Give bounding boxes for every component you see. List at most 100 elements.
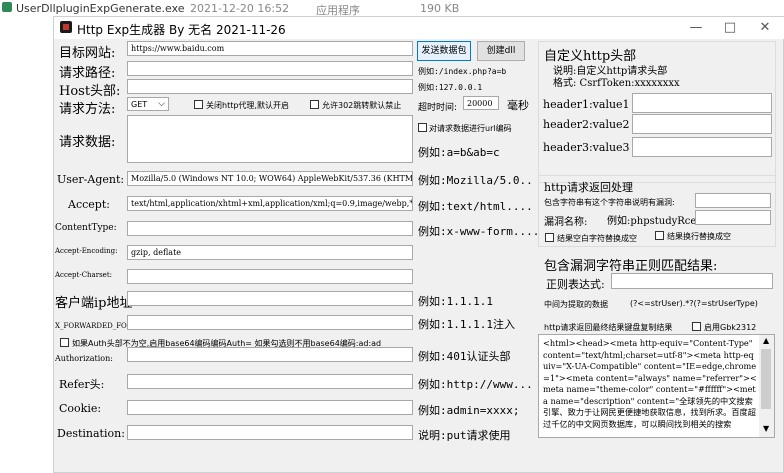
scroll-thumb[interactable] <box>761 349 771 409</box>
main-window: Http Exp生成器 By 无名 2021-11-26 — □ ✕ 目标网站:… <box>53 16 784 473</box>
referer-label: Refer头: <box>59 378 105 391</box>
data-example: 例如:a=b&ab=c <box>418 146 500 159</box>
vuln-name-example: 例如:phpstudyRce <box>607 216 697 227</box>
header1-input[interactable] <box>632 93 772 113</box>
redirect-checkbox-label: 允许302跳转默认禁止 <box>322 101 402 110</box>
accept-label: Accept: <box>68 198 110 211</box>
regex-label: 正则表达式: <box>546 278 605 291</box>
data-label: 请求数据: <box>59 135 116 150</box>
newline-replace-checkbox[interactable] <box>655 231 664 240</box>
data-textarea[interactable] <box>127 115 413 163</box>
regex-title: 包含漏洞字符串正则匹配结果: <box>544 259 718 274</box>
file-size: 190 KB <box>420 2 460 15</box>
ua-label: User-Agent: <box>57 173 125 186</box>
vuln-name-label: 漏洞名称: <box>544 217 588 228</box>
content-type-label: ContentType: <box>55 223 117 233</box>
send-packet-button[interactable]: 发送数据包 <box>417 41 471 61</box>
path-label: 请求路径: <box>59 66 116 81</box>
header2-input[interactable] <box>632 114 772 134</box>
title-bar: Http Exp生成器 By 无名 2021-11-26 — □ ✕ <box>54 17 784 39</box>
header2-label: header2:value2 <box>543 118 630 131</box>
client-ip-label: 客户端ip地址 <box>55 296 133 311</box>
custom-header-format: 格式: CsrfToken:xxxxxxxx <box>553 78 680 89</box>
app-icon <box>60 21 72 33</box>
ua-example: 例如:Mozilla/5.0.. <box>418 174 533 187</box>
target-label: 目标网站: <box>59 46 116 61</box>
scroll-down-icon[interactable]: ▼ <box>763 424 769 433</box>
gbk-checkbox[interactable] <box>692 322 701 331</box>
regex-example: (?<=strUser).*?(?=strUserType) <box>630 299 758 308</box>
response-scrollbar[interactable]: ▲ ▼ <box>759 335 774 437</box>
timeout-label: 超时时间: <box>418 103 458 113</box>
method-label: 请求方法: <box>59 102 116 117</box>
header3-input[interactable] <box>632 137 772 157</box>
scroll-up-icon[interactable]: ▲ <box>763 336 769 345</box>
response-title: http请求返回处理 <box>544 181 633 194</box>
empty-replace-checkbox-label: 结果空白字符替换成空 <box>557 234 637 243</box>
authorization-example: 例如:401认证头部 <box>418 350 511 363</box>
xff-label: X_FORWARDED_FOR: <box>55 322 135 330</box>
client-ip-input[interactable] <box>127 291 413 306</box>
redirect-checkbox[interactable] <box>310 100 319 109</box>
destination-input[interactable] <box>127 425 413 440</box>
authorization-input[interactable] <box>127 347 413 362</box>
accept-example: 例如:text/html.... <box>418 200 533 213</box>
window-title: Http Exp生成器 By 无名 2021-11-26 <box>77 23 286 37</box>
minimize-button[interactable]: — <box>681 19 711 37</box>
close-button[interactable]: ✕ <box>750 19 780 37</box>
accept-encoding-input[interactable]: gzip, deflate <box>127 245 413 260</box>
proxy-checkbox[interactable] <box>194 100 203 109</box>
newline-replace-checkbox-label: 结果换行替换成空 <box>667 232 731 241</box>
timeout-unit: 毫秒 <box>507 99 529 112</box>
accept-charset-input[interactable] <box>127 269 413 284</box>
target-input[interactable]: https://www.baidu.com <box>127 41 413 56</box>
xff-input[interactable] <box>127 315 413 330</box>
destination-example: 说明:put请求使用 <box>418 429 511 442</box>
header1-label: header1:value1 <box>543 98 630 111</box>
referer-input[interactable] <box>127 374 413 389</box>
referer-example: 例如:http://www... <box>418 378 533 391</box>
client-ip-example: 例如:1.1.1.1 <box>418 295 493 308</box>
exe-file-icon <box>2 2 12 12</box>
gbk-checkbox-label: 启用Gbk2312 <box>704 323 757 332</box>
empty-replace-checkbox[interactable] <box>545 233 554 242</box>
file-date: 2021-12-20 16:52 <box>190 2 290 15</box>
accept-encoding-label: Accept-Encoding: <box>55 247 118 255</box>
cookie-label: Cookie: <box>59 402 102 415</box>
destination-label: Destination: <box>57 427 125 440</box>
host-input[interactable] <box>127 79 413 94</box>
accept-charset-label: Accept-Charset: <box>55 271 112 279</box>
authorization-label: Authorization: <box>55 354 113 363</box>
timeout-input[interactable]: 20000 <box>463 96 499 110</box>
maximize-button[interactable]: □ <box>715 19 745 37</box>
path-input[interactable] <box>127 61 413 76</box>
content-type-input[interactable] <box>127 221 413 236</box>
response-body[interactable]: <html><head><meta http-equiv="Content-Ty… <box>538 334 775 438</box>
content-type-example: 例如:x-www-form.... <box>418 225 540 238</box>
result-label: http请求返回最终结果键盘复制结果 <box>544 323 673 332</box>
xff-example: 例如:1.1.1.1注入 <box>418 318 515 331</box>
create-dll-button[interactable]: 创建dll <box>477 41 525 61</box>
vuln-prompt: 包含字符串有这个字符串说明有漏洞: <box>544 198 675 207</box>
urlencode-checkbox[interactable] <box>418 123 427 132</box>
method-select[interactable]: GET ⌵ <box>127 97 169 111</box>
auth-base64-checkbox[interactable] <box>60 338 69 347</box>
header3-label: header3:value3 <box>543 141 630 154</box>
urlencode-checkbox-label: 对请求数据进行url编码 <box>429 124 512 133</box>
host-example: 例如:127.0.0.1 <box>418 83 483 92</box>
cookie-input[interactable] <box>127 400 413 415</box>
regex-hint: 中间为提取的数据 <box>544 300 608 309</box>
proxy-checkbox-label: 关闭http代理,默认开启 <box>206 101 289 110</box>
vuln-string-input[interactable] <box>695 193 771 208</box>
ua-input[interactable]: Mozilla/5.0 (Windows NT 10.0; WOW64) App… <box>127 171 413 186</box>
accept-input[interactable]: text/html,application/xhtml+xml,applicat… <box>127 196 413 211</box>
vuln-name-input[interactable] <box>695 210 771 225</box>
path-example: 例如:/index.php?a=b <box>418 67 507 76</box>
cookie-example: 例如:admin=xxxx; <box>418 404 520 417</box>
chevron-down-icon: ⌵ <box>158 99 165 109</box>
file-name: UserDllpluginExpGenerate.exe <box>16 2 185 15</box>
method-value: GET <box>131 100 148 109</box>
regex-input[interactable] <box>611 273 773 289</box>
background-file-row: UserDllpluginExpGenerate.exe 2021-12-20 … <box>0 0 784 17</box>
host-label: Host头部: <box>59 84 121 99</box>
